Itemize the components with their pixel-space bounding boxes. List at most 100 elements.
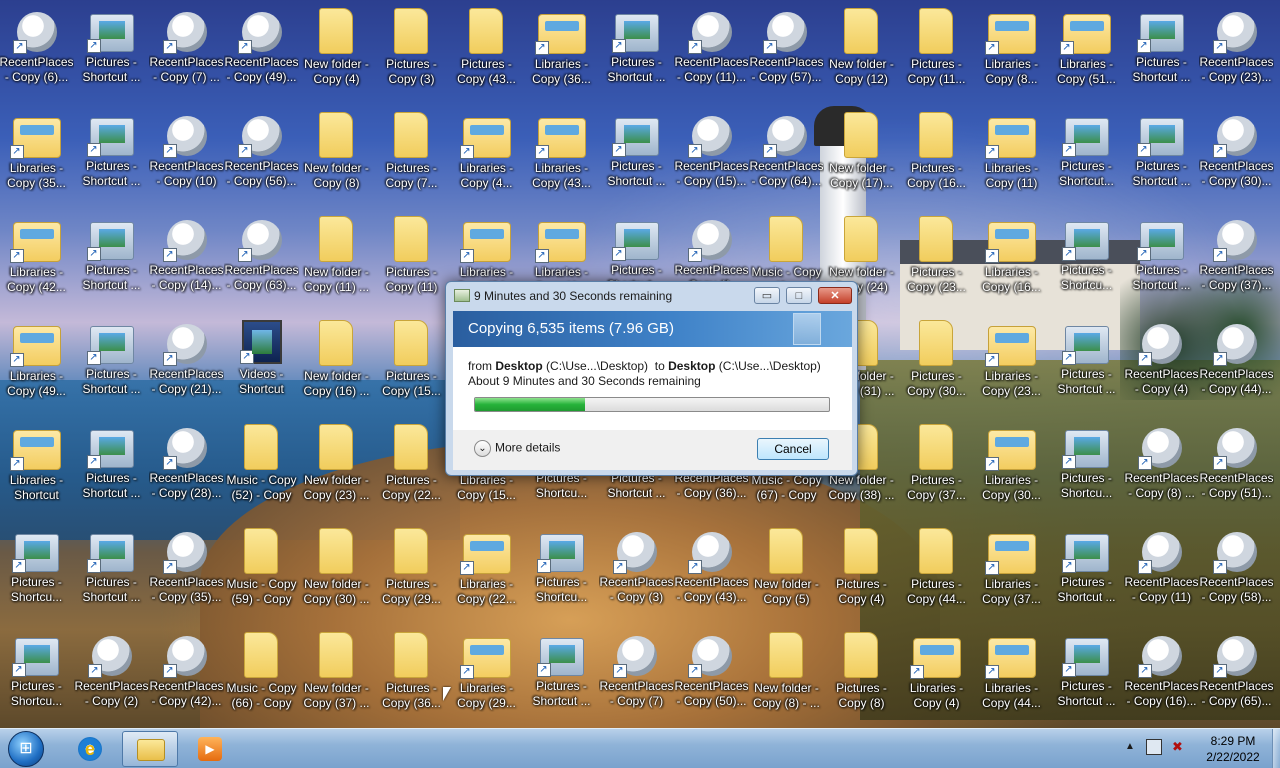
volume-muted-icon[interactable]: ✖ [1172, 739, 1188, 755]
desktop-icon[interactable]: ↗ New folder - Copy (8) [299, 106, 374, 210]
desktop-icon[interactable]: ↗ Pictures - Shortcut ... [74, 314, 149, 418]
desktop-icon[interactable]: ↗ RecentPlaces - Copy (11) [1124, 522, 1199, 626]
desktop-icon[interactable]: ↗ RecentPlaces - Copy (50)... [674, 626, 749, 730]
desktop-icon[interactable]: ↗ RecentPlaces - Copy (6)... [0, 2, 74, 106]
desktop-icon[interactable]: ↗ Libraries - Copy (36... [524, 2, 599, 106]
desktop-icon[interactable]: ↗ New folder - Copy (30) ... [299, 522, 374, 626]
desktop-icon[interactable]: ↗ Pictures - Copy (37... [899, 418, 974, 522]
start-button[interactable]: ⊞ [8, 731, 44, 767]
desktop-icon[interactable]: ↗ Libraries - Copy (43... [524, 106, 599, 210]
desktop-icon[interactable]: ↗ RecentPlaces - Copy (63)... [224, 210, 299, 314]
desktop-icon[interactable]: ↗ RecentPlaces - Copy (30)... [1199, 106, 1274, 210]
desktop-icon[interactable]: ↗ Pictures - Copy (3) [374, 2, 449, 106]
desktop-icon[interactable]: ↗ Libraries - Copy (35... [0, 106, 74, 210]
desktop-icon[interactable]: ↗ New folder - Copy (4) [299, 2, 374, 106]
network-icon[interactable] [1146, 739, 1162, 755]
desktop-icon[interactable]: ↗ Pictures - Copy (43... [449, 2, 524, 106]
clock-date[interactable]: 2/22/2022 [1198, 750, 1268, 764]
taskbar-windows-explorer[interactable] [122, 731, 178, 767]
desktop-icon[interactable]: ↗ Music - Copy (59) - Copy [224, 522, 299, 626]
desktop-icon[interactable]: ↗ RecentPlaces - Copy (4) [1124, 314, 1199, 418]
desktop-icon[interactable]: ↗ Pictures - Copy (44... [899, 522, 974, 626]
desktop-icon[interactable]: ↗ RecentPlaces - Copy (7) [599, 626, 674, 730]
desktop-icon[interactable]: ↗ Pictures - Shortcut ... [1049, 314, 1124, 418]
desktop-icon[interactable]: ↗ Pictures - Copy (22... [374, 418, 449, 522]
desktop-icon[interactable]: ↗ Pictures - Shortcut ... [74, 522, 149, 626]
to-location-link[interactable]: Desktop [668, 359, 715, 373]
desktop-icon[interactable]: ↗ Libraries - Copy (44... [974, 626, 1049, 730]
desktop-icon[interactable]: ↗ Pictures - Shortcu... [0, 522, 74, 626]
desktop-icon[interactable]: ↗ RecentPlaces - Copy (2) [74, 626, 149, 730]
desktop-icon[interactable]: ↗ Pictures - Shortcu... [1049, 210, 1124, 314]
desktop-icon[interactable]: ↗ New folder - Copy (16) ... [299, 314, 374, 418]
desktop-icon[interactable]: ↗ Libraries - Copy (49... [0, 314, 74, 418]
desktop-icon[interactable]: ↗ Pictures - Shortcut ... [74, 210, 149, 314]
desktop-icon[interactable]: ↗ Pictures - Copy (11... [899, 2, 974, 106]
desktop-icon[interactable]: ↗ RecentPlaces - Copy (51)... [1199, 418, 1274, 522]
desktop-icon[interactable]: ↗ RecentPlaces - Copy (42)... [149, 626, 224, 730]
desktop-icon[interactable]: ↗ Pictures - Shortcut ... [74, 2, 149, 106]
desktop-icon[interactable]: ↗ RecentPlaces - Copy (43)... [674, 522, 749, 626]
desktop-icon[interactable]: ↗ Pictures - Copy (16... [899, 106, 974, 210]
desktop-icon[interactable]: ↗ Videos - Shortcut [224, 314, 299, 418]
desktop-icon[interactable]: ↗ RecentPlaces - Copy (3) [599, 522, 674, 626]
desktop-icon[interactable]: ↗ Pictures - Shortcut ... [524, 626, 599, 730]
desktop-icon[interactable]: ↗ Pictures - Shortcut ... [1124, 2, 1199, 106]
show-desktop-button[interactable] [1272, 729, 1280, 768]
desktop-icon[interactable]: ↗ Pictures - Shortcu... [524, 522, 599, 626]
minimize-button[interactable]: ▭ [754, 287, 780, 304]
desktop-icon[interactable]: ↗ Pictures - Copy (15... [374, 314, 449, 418]
desktop-icon[interactable]: ↗ Pictures - Shortcut ... [74, 106, 149, 210]
desktop-icon[interactable]: ↗ RecentPlaces - Copy (23)... [1199, 2, 1274, 106]
more-details-toggle[interactable]: ⌄ More details [474, 440, 560, 457]
desktop-icon[interactable]: ↗ RecentPlaces - Copy (44)... [1199, 314, 1274, 418]
desktop-icon[interactable]: ↗ RecentPlaces - Copy (58)... [1199, 522, 1274, 626]
close-button[interactable]: ✕ [818, 287, 852, 304]
desktop-icon[interactable]: ↗ RecentPlaces - Copy (49)... [224, 2, 299, 106]
clock-time[interactable]: 8:29 PM [1198, 734, 1268, 748]
desktop-icon[interactable]: ↗ Libraries - Copy (8... [974, 2, 1049, 106]
desktop-icon[interactable]: ↗ Pictures - Copy (7... [374, 106, 449, 210]
cancel-button[interactable]: Cancel [757, 438, 829, 460]
desktop-icon[interactable]: ↗ Pictures - Shortcut ... [599, 2, 674, 106]
desktop-icon[interactable]: ↗ Libraries - Copy (37... [974, 522, 1049, 626]
desktop-icon[interactable]: ↗ RecentPlaces - Copy (10) [149, 106, 224, 210]
taskbar-internet-explorer[interactable]: e [62, 731, 118, 767]
desktop-icon[interactable]: ↗ RecentPlaces - Copy (56)... [224, 106, 299, 210]
desktop-icon[interactable]: ↗ Libraries - Copy (23... [974, 314, 1049, 418]
taskbar-media-player[interactable]: ▶ [182, 731, 238, 767]
desktop-icon[interactable]: ↗ RecentPlaces - Copy (35)... [149, 522, 224, 626]
desktop-icon[interactable]: ↗ Pictures - Shortcut ... [1049, 626, 1124, 730]
desktop-icon[interactable]: ↗ Pictures - Shortcu... [0, 626, 74, 730]
desktop-icon[interactable]: ↗ RecentPlaces - Copy (7) ... [149, 2, 224, 106]
desktop-icon[interactable]: ↗ Music - Copy (52) - Copy [224, 418, 299, 522]
desktop-icon[interactable]: ↗ Pictures - Shortcut ... [74, 418, 149, 522]
desktop-icon[interactable]: ↗ New folder - Copy (5) [749, 522, 824, 626]
desktop-icon[interactable]: ↗ New folder - Copy (8) - ... [749, 626, 824, 730]
desktop-icon[interactable]: ↗ New folder - Copy (11) ... [299, 210, 374, 314]
desktop-icon[interactable]: ↗ RecentPlaces - Copy (16)... [1124, 626, 1199, 730]
desktop-icon[interactable]: ↗ Pictures - Shortcu... [1049, 418, 1124, 522]
desktop-icon[interactable]: ↗ RecentPlaces - Copy (14)... [149, 210, 224, 314]
desktop-icon[interactable]: ↗ New folder - Copy (12) [824, 2, 899, 106]
desktop-icon[interactable]: ↗ Libraries - Copy (30... [974, 418, 1049, 522]
desktop-icon[interactable]: ↗ New folder - Copy (37) ... [299, 626, 374, 730]
desktop-icon[interactable]: ↗ RecentPlaces - Copy (64)... [749, 106, 824, 210]
desktop-icon[interactable]: ↗ Pictures - Shortcut ... [1124, 106, 1199, 210]
desktop-icon[interactable]: ↗ Libraries - Copy (11) [974, 106, 1049, 210]
desktop-icon[interactable]: ↗ RecentPlaces - Copy (37)... [1199, 210, 1274, 314]
desktop-icon[interactable]: ↗ Pictures - Copy (8) [824, 626, 899, 730]
desktop-icon[interactable]: ↗ Libraries - Copy (42... [0, 210, 74, 314]
desktop-icon[interactable]: ↗ RecentPlaces - Copy (8) ... [1124, 418, 1199, 522]
maximize-button[interactable]: □ [786, 287, 812, 304]
desktop-icon[interactable]: ↗ RecentPlaces - Copy (11)... [674, 2, 749, 106]
desktop-icon[interactable]: ↗ RecentPlaces - Copy (57)... [749, 2, 824, 106]
desktop-icon[interactable]: ↗ Libraries - Copy (51... [1049, 2, 1124, 106]
desktop-icon[interactable]: ↗ Pictures - Shortcut ... [1124, 210, 1199, 314]
desktop-icon[interactable]: ↗ Pictures - Shortcut... [1049, 106, 1124, 210]
desktop-icon[interactable]: ↗ Libraries - Copy (29... [449, 626, 524, 730]
from-location-link[interactable]: Desktop [495, 359, 542, 373]
desktop-icon[interactable]: ↗ Music - Copy (66) - Copy [224, 626, 299, 730]
desktop-icon[interactable]: ↗ Pictures - Copy (30... [899, 314, 974, 418]
desktop-icon[interactable]: ↗ Libraries - Copy (22... [449, 522, 524, 626]
